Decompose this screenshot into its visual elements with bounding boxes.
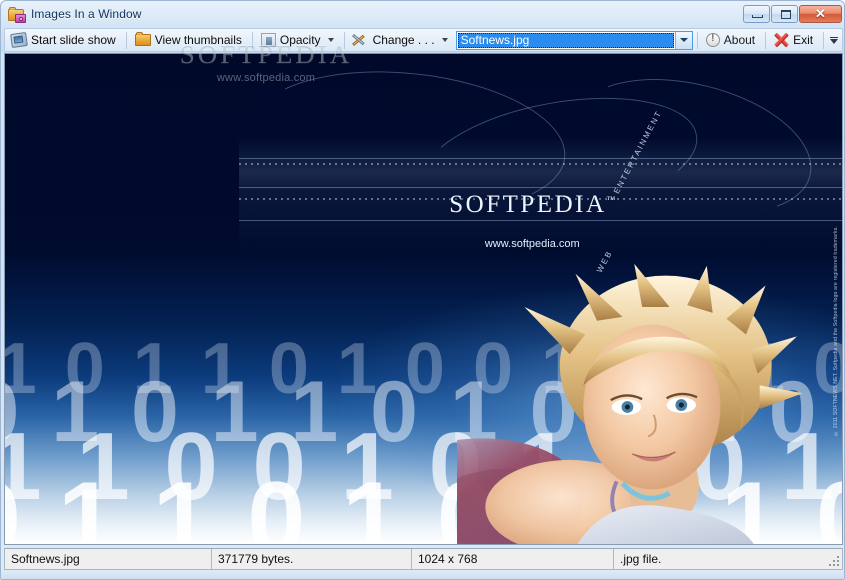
folder-camera-icon — [8, 6, 26, 23]
maximize-icon — [781, 10, 791, 19]
slideshow-icon — [10, 31, 28, 49]
softpedia-url-text: www.softpedia.com — [484, 237, 580, 250]
title-bar: Images In a Window ✕ — [1, 1, 844, 27]
main-toolbar: Start slide show View thumbnails Opacity… — [4, 28, 843, 52]
minimize-button[interactable] — [743, 5, 770, 23]
folder-icon — [134, 32, 151, 46]
exit-button[interactable]: Exit — [770, 29, 819, 51]
exit-label: Exit — [793, 33, 814, 47]
start-slideshow-label: Start slide show — [31, 33, 116, 47]
close-icon: ✕ — [815, 6, 826, 21]
status-panel-filename: Softnews.jpg — [5, 549, 212, 569]
portrait-photo — [457, 260, 825, 544]
image-vertical-copyright: © 2011 SOFTNEWS NET. Softpedia and the S… — [833, 225, 839, 436]
window-bottom-edge — [1, 570, 844, 579]
resize-grip[interactable] — [826, 549, 842, 569]
opacity-icon — [260, 33, 276, 47]
opacity-label: Opacity — [279, 33, 321, 47]
change-label: Change . . . — [372, 33, 435, 47]
application-window: Images In a Window ✕ Start slide show Vi… — [0, 0, 845, 580]
chevron-down-icon — [679, 38, 688, 42]
minimize-icon — [752, 15, 763, 18]
toolbar-separator — [696, 31, 698, 49]
image-view-pane[interactable]: SOFTPEDIA™ www.softpedia.com WEB ENTERTA… — [4, 53, 843, 545]
file-combobox-value: Softnews.jpg — [460, 33, 530, 47]
about-label: About — [723, 33, 756, 47]
window-controls: ✕ — [743, 5, 842, 23]
view-thumbnails-button[interactable]: View thumbnails — [131, 29, 248, 51]
tools-icon — [351, 33, 369, 47]
exit-x-icon — [774, 32, 790, 48]
close-button[interactable]: ✕ — [799, 5, 842, 23]
maximize-button[interactable] — [771, 5, 798, 23]
toolbar-separator — [251, 31, 253, 49]
window-title: Images In a Window — [31, 7, 142, 21]
start-slideshow-button[interactable]: Start slide show — [7, 29, 122, 51]
opacity-button[interactable]: Opacity — [257, 29, 340, 51]
info-icon — [705, 33, 720, 47]
status-panel-filesize: 371779 bytes. — [212, 549, 412, 569]
toolbar-separator — [823, 31, 825, 49]
file-combobox-dropdown-button[interactable] — [674, 31, 692, 49]
displayed-image: SOFTPEDIA™ www.softpedia.com WEB ENTERTA… — [5, 54, 842, 544]
toolbar-separator — [765, 31, 767, 49]
status-panel-dimensions: 1024 x 768 — [412, 549, 614, 569]
about-button[interactable]: About — [702, 29, 761, 51]
file-combobox-field[interactable]: Softnews.jpg — [457, 32, 674, 48]
chevron-down-icon[interactable] — [327, 38, 334, 42]
chevron-down-icon[interactable] — [441, 38, 448, 42]
toolbar-separator — [343, 31, 345, 49]
file-combobox[interactable]: Softnews.jpg — [455, 30, 693, 50]
status-bar: Softnews.jpg 371779 bytes. 1024 x 768 .j… — [4, 548, 843, 570]
change-button[interactable]: Change . . . — [349, 29, 454, 51]
status-panel-filetype: .jpg file. — [620, 552, 662, 566]
softpedia-logo-text: SOFTPEDIA™ — [449, 191, 616, 219]
view-thumbnails-label: View thumbnails — [154, 33, 242, 47]
chevron-down-icon — [830, 38, 839, 44]
toolbar-separator — [125, 31, 127, 49]
toolbar-overflow-button[interactable] — [828, 30, 840, 50]
